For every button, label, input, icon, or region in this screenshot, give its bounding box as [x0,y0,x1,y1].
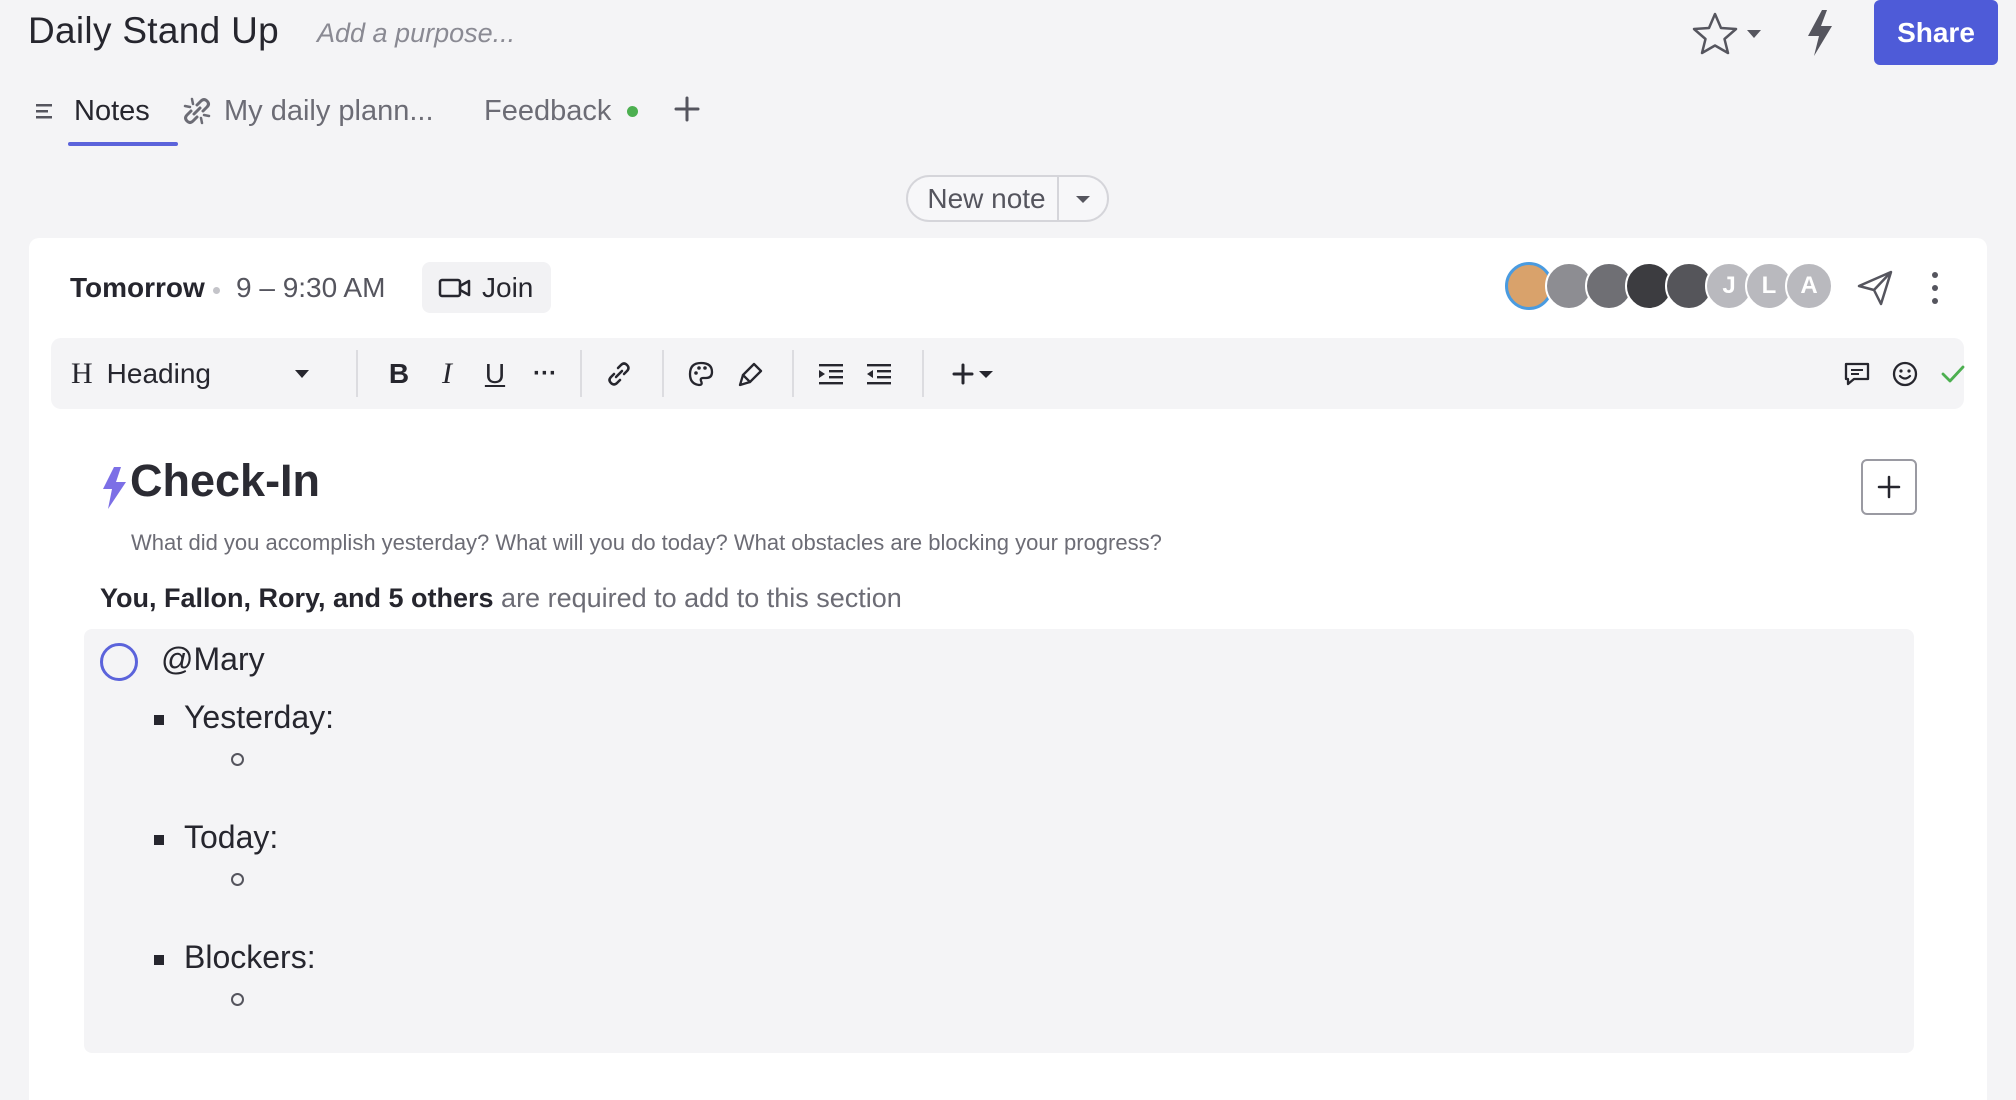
sub-bullet[interactable] [231,993,244,1006]
chevron-down-icon[interactable] [1744,26,1764,42]
tab-notes[interactable]: Notes [30,80,178,146]
bolt-icon[interactable] [1800,8,1840,58]
toolbar-divider [580,350,582,397]
send-icon[interactable] [1855,268,1895,308]
required-suffix: are required to add to this section [493,583,902,613]
section-title[interactable]: Check-In [130,455,320,507]
required-contributors: You, Fallon, Rory, and 5 others are requ… [100,583,902,614]
heading-style-dropdown[interactable]: H Heading [71,338,311,409]
linked-icon [183,97,211,125]
section-description: What did you accomplish yesterday? What … [131,530,1162,555]
chevron-down-icon [1076,195,1090,203]
video-camera-icon [438,278,471,297]
comment-icon [1844,362,1870,385]
join-button[interactable]: Join [422,262,551,313]
heading-icon: H [71,356,93,390]
entry-user-mention[interactable]: @Mary [161,641,265,678]
outdent-button[interactable] [859,338,899,409]
list-item[interactable]: Yesterday: [154,699,335,736]
check-icon [1941,365,1965,382]
required-names: You, Fallon, Rory, and 5 others [100,583,494,613]
bold-button[interactable]: B [381,338,417,409]
editor-toolbar: H Heading B I U ··· [51,338,1965,409]
sub-bullet[interactable] [231,873,244,886]
comment-button[interactable] [1837,338,1877,409]
toolbar-divider [922,350,924,397]
tab-feedback[interactable]: Feedback [484,80,639,142]
note-card: Tomorrow 9 – 9:30 AM Join J L A H Headin… [29,238,1987,1100]
underline-button[interactable]: U [477,338,513,409]
italic-button[interactable]: I [429,338,465,409]
emoji-button[interactable] [1885,338,1925,409]
text-color-button[interactable] [681,338,721,409]
new-note-dropdown[interactable] [1057,177,1107,220]
more-vertical-icon[interactable] [1927,268,1943,308]
indent-icon [819,363,843,384]
tab-my-daily-planner[interactable]: My daily plann... [180,80,434,142]
meeting-time: 9 – 9:30 AM [236,272,386,303]
separator-dot [213,287,220,294]
heading-label: Heading [106,357,211,389]
notes-list-icon [36,104,52,119]
more-formatting-button[interactable]: ··· [525,338,565,409]
star-icon[interactable] [1690,10,1740,56]
header: Daily Stand Up Add a purpose... Share [0,0,2016,70]
tab-label: Notes [74,94,150,127]
bullet-square [154,715,164,725]
toolbar-divider [662,350,664,397]
plus-icon [1877,475,1901,499]
list-item[interactable]: Today: [154,819,279,856]
tab-label: My daily plann... [224,94,434,127]
tab-label: Feedback [484,94,612,127]
avatar[interactable]: A [1785,262,1833,310]
check-in-entry[interactable]: @Mary Yesterday: Today: Blockers: [84,629,1914,1053]
bullet-square [154,955,164,965]
add-section-item-button[interactable] [1861,459,1917,515]
smiley-icon [1892,361,1918,386]
toolbar-divider [356,350,358,397]
outdent-icon [867,363,891,384]
plus-dropdown-icon [952,363,993,384]
bullet-square [154,835,164,845]
list-item-label: Yesterday: [184,699,335,735]
meeting-date: Tomorrow [70,272,205,303]
tab-bar: Notes My daily plann... Feedback [0,80,800,150]
purpose-input[interactable]: Add a purpose... [317,18,515,49]
list-item-label: Blockers: [184,939,316,975]
bolt-icon [103,467,126,509]
entry-checkbox[interactable] [100,643,138,681]
palette-icon [688,361,714,386]
indent-button[interactable] [811,338,851,409]
done-button[interactable] [1933,338,1973,409]
share-button[interactable]: Share [1874,0,1998,65]
list-item-label: Today: [184,819,279,855]
toolbar-divider [792,350,794,397]
highlight-button[interactable] [731,338,771,409]
chevron-down-icon [295,370,309,378]
sub-bullet[interactable] [231,753,244,766]
list-item[interactable]: Blockers: [154,939,316,976]
page-title[interactable]: Daily Stand Up [28,10,279,52]
meeting-info: Tomorrow 9 – 9:30 AM Join J L A [29,238,1987,338]
link-button[interactable] [599,338,639,409]
link-icon [608,361,630,386]
join-label: Join [482,271,534,303]
status-dot [627,105,639,117]
attendee-avatars[interactable]: J L A [1505,262,1865,312]
insert-menu-button[interactable] [949,338,999,409]
add-tab-icon[interactable] [670,92,704,126]
new-note-split-button: New note [906,175,1109,222]
new-note-button[interactable]: New note [908,183,1057,215]
highlighter-icon [738,362,763,386]
active-tab-indicator [68,142,178,146]
